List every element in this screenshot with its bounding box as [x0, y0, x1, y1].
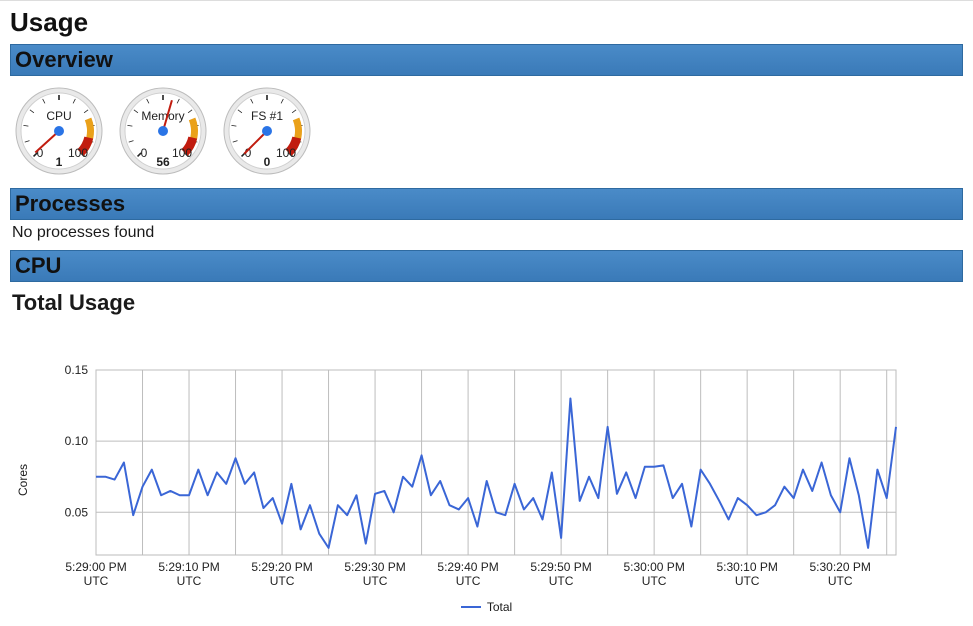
svg-text:UTC: UTC	[363, 574, 388, 588]
svg-text:UTC: UTC	[735, 574, 760, 588]
gauge-value: 56	[156, 155, 170, 169]
gauge-max-label: 100	[68, 146, 88, 160]
section-cpu-header: CPU	[10, 250, 963, 282]
legend-swatch-total	[461, 606, 481, 608]
gauge-value: 1	[56, 155, 63, 169]
gauge-label: CPU	[46, 109, 71, 123]
svg-text:5:29:10 PM: 5:29:10 PM	[158, 560, 219, 574]
cpu-chart-title: Total Usage	[12, 290, 963, 316]
svg-text:0.10: 0.10	[65, 434, 89, 448]
svg-text:UTC: UTC	[270, 574, 295, 588]
processes-empty-message: No processes found	[10, 220, 963, 250]
svg-text:5:30:20 PM: 5:30:20 PM	[809, 560, 870, 574]
gauge-max-label: 100	[276, 146, 296, 160]
gauge-label: Memory	[141, 109, 184, 123]
section-processes-header: Processes	[10, 188, 963, 220]
cpu-chart-ylabel: Cores	[10, 464, 36, 496]
cpu-chart: Cores 0.050.100.15 5:29:00 PMUTC5:29:10 …	[10, 320, 963, 600]
svg-text:5:30:00 PM: 5:30:00 PM	[623, 560, 684, 574]
gauge-value: 0	[264, 155, 271, 169]
svg-text:5:29:40 PM: 5:29:40 PM	[437, 560, 498, 574]
gauge-min-label: 0	[141, 146, 148, 160]
cpu-chart-legend: Total	[10, 600, 963, 614]
svg-text:UTC: UTC	[828, 574, 853, 588]
gauge-memory: Memory 0 100 56	[118, 86, 208, 176]
svg-text:UTC: UTC	[456, 574, 481, 588]
gauge-cpu: CPU 0 100 1	[14, 86, 104, 176]
svg-text:5:29:00 PM: 5:29:00 PM	[65, 560, 126, 574]
gauge-fs-1: FS #1 0 100 0	[222, 86, 312, 176]
svg-text:UTC: UTC	[84, 574, 109, 588]
svg-text:5:29:50 PM: 5:29:50 PM	[530, 560, 591, 574]
page-title: Usage	[10, 7, 963, 38]
svg-text:UTC: UTC	[549, 574, 574, 588]
legend-label-total: Total	[487, 600, 512, 614]
gauge-max-label: 100	[172, 146, 192, 160]
svg-text:0.15: 0.15	[65, 363, 89, 377]
cpu-chart-plot-area: 0.050.100.15 5:29:00 PMUTC5:29:10 PMUTC5…	[36, 360, 906, 600]
svg-text:UTC: UTC	[177, 574, 202, 588]
gauge-label: FS #1	[251, 109, 283, 123]
svg-text:UTC: UTC	[642, 574, 667, 588]
gauges-row: CPU 0 100 1 Memory 0 100 56 FS #1 0 100 …	[10, 76, 963, 188]
svg-text:5:30:10 PM: 5:30:10 PM	[716, 560, 777, 574]
svg-text:0.05: 0.05	[65, 505, 89, 519]
section-overview-header: Overview	[10, 44, 963, 76]
svg-text:5:29:20 PM: 5:29:20 PM	[251, 560, 312, 574]
svg-text:5:29:30 PM: 5:29:30 PM	[344, 560, 405, 574]
